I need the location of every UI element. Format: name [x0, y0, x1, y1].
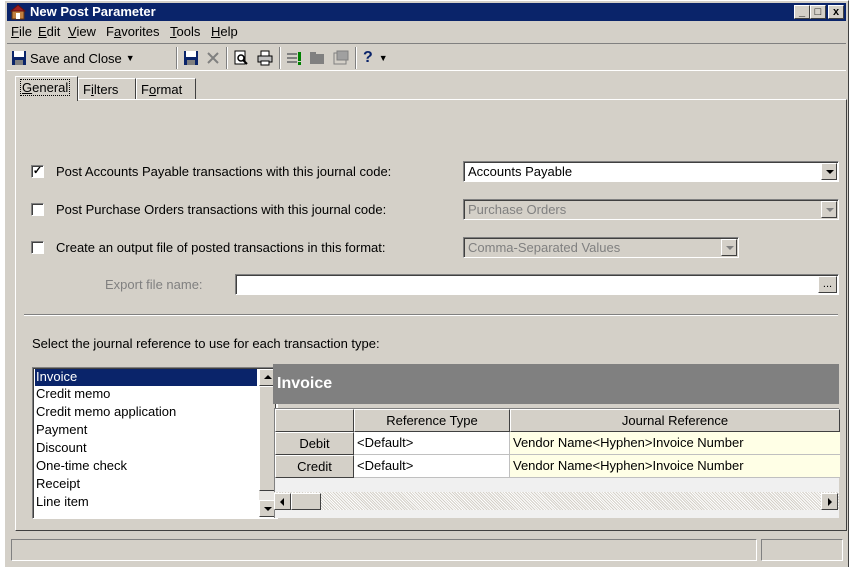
detail-header: Invoice — [273, 364, 839, 404]
arrow-up-icon — [264, 375, 272, 379]
chevron-down-icon[interactable]: ▼ — [379, 53, 388, 63]
view-button[interactable] — [333, 48, 349, 68]
scroll-thumb[interactable] — [291, 493, 321, 510]
scroll-left-button[interactable] — [274, 493, 291, 510]
arrow-right-icon — [828, 498, 832, 506]
floppy-disk-icon — [184, 51, 198, 65]
list-item[interactable]: Invoice — [35, 369, 257, 386]
tab-format[interactable]: Format — [136, 78, 196, 100]
toolbar-separator — [226, 47, 228, 69]
toolbar-separator — [279, 47, 281, 69]
folder-icon — [310, 52, 324, 64]
printer-icon — [257, 50, 273, 66]
properties-button[interactable] — [286, 48, 302, 68]
detail-title: Invoice — [277, 375, 333, 392]
status-bar — [7, 539, 846, 563]
row-header-debit[interactable]: Debit — [275, 432, 354, 455]
print-preview-icon — [234, 50, 248, 65]
ap-journal-code-value: Accounts Payable — [468, 164, 573, 179]
title-bar[interactable]: New Post Parameter _ □ x — [7, 3, 846, 21]
row-header-credit[interactable]: Credit — [275, 455, 354, 478]
folder-button[interactable] — [309, 48, 325, 68]
application-window: New Post Parameter _ □ x File Edit View … — [4, 0, 849, 567]
menu-edit[interactable]: Edit — [38, 24, 60, 39]
export-file-name-label: Export file name: — [105, 277, 203, 292]
window-title: New Post Parameter — [30, 4, 156, 19]
checkmark-icon: ✓ — [32, 165, 43, 177]
column-header-journal-reference[interactable]: Journal Reference — [510, 409, 840, 432]
status-pane-secondary — [761, 539, 843, 561]
delete-button[interactable] — [205, 48, 221, 68]
maximize-button[interactable]: □ — [810, 5, 826, 19]
toolbar-separator — [176, 47, 178, 69]
list-item[interactable]: Line item — [35, 494, 257, 511]
grid-horizontal-scrollbar[interactable] — [274, 492, 839, 510]
debit-reference-type-cell[interactable]: <Default> — [354, 432, 510, 455]
post-po-checkbox[interactable] — [31, 203, 44, 216]
post-po-label: Post Purchase Orders transactions with t… — [56, 202, 387, 217]
scroll-right-button[interactable] — [821, 493, 838, 510]
transaction-type-list[interactable]: Invoice Credit memo Credit memo applicat… — [32, 367, 278, 519]
output-format-value: Comma-Separated Values — [468, 240, 621, 255]
output-format-select[interactable]: Comma-Separated Values — [463, 237, 739, 258]
menu-favorites[interactable]: Favorites — [106, 24, 159, 39]
credit-reference-type-cell[interactable]: <Default> — [354, 455, 510, 478]
post-ap-label: Post Accounts Payable transactions with … — [56, 164, 392, 179]
list-item[interactable]: One-time check — [35, 458, 257, 475]
arrow-down-icon — [264, 507, 272, 511]
tab-filters[interactable]: Filters — [78, 78, 136, 100]
po-journal-code-value: Purchase Orders — [468, 202, 567, 217]
post-ap-checkbox[interactable]: ✓ — [31, 165, 44, 178]
list-item[interactable]: Discount — [35, 440, 257, 457]
menu-bar: File Edit View Favorites Tools Help — [7, 22, 846, 42]
window-view-icon — [333, 50, 349, 65]
toolbar-separator — [355, 47, 357, 69]
credit-journal-reference-cell[interactable]: Vendor Name<Hyphen>Invoice Number — [510, 455, 840, 478]
app-icon — [10, 4, 26, 20]
divider — [24, 314, 838, 316]
output-file-label: Create an output file of posted transact… — [56, 240, 386, 255]
floppy-disk-icon — [12, 51, 26, 65]
print-preview-button[interactable] — [233, 48, 249, 68]
menu-file[interactable]: File — [11, 24, 32, 39]
grid-corner — [275, 409, 354, 432]
chevron-down-icon[interactable]: ▼ — [126, 53, 135, 63]
chevron-down-icon[interactable] — [821, 201, 837, 218]
print-button[interactable] — [257, 48, 273, 68]
save-and-close-button[interactable]: Save and Close ▼ — [11, 48, 135, 68]
output-file-checkbox[interactable] — [31, 241, 44, 254]
toolbar: Save and Close ▼ ? ▼ — [7, 43, 846, 71]
arrow-left-icon — [280, 498, 284, 506]
properties-icon — [287, 52, 301, 65]
chevron-down-icon[interactable] — [821, 163, 837, 180]
menu-tools[interactable]: Tools — [170, 24, 200, 39]
debit-journal-reference-cell[interactable]: Vendor Name<Hyphen>Invoice Number — [510, 432, 840, 455]
tab-general[interactable]: General — [15, 76, 78, 101]
menu-help[interactable]: Help — [211, 24, 238, 39]
ap-journal-code-select[interactable]: Accounts Payable — [463, 161, 839, 182]
po-journal-code-select[interactable]: Purchase Orders — [463, 199, 839, 220]
delete-x-icon — [207, 52, 219, 64]
help-icon: ? — [363, 49, 373, 66]
minimize-button[interactable]: _ — [794, 5, 810, 19]
close-button[interactable]: x — [828, 5, 844, 19]
export-file-name-field[interactable]: ... — [235, 274, 839, 295]
list-item[interactable]: Credit memo application — [35, 404, 257, 421]
help-button[interactable]: ? ▼ — [363, 48, 388, 68]
general-panel: ✓ Post Accounts Payable transactions wit… — [15, 99, 847, 531]
save-button[interactable] — [183, 48, 199, 68]
list-item[interactable]: Credit memo — [35, 386, 257, 403]
column-header-reference-type[interactable]: Reference Type — [354, 409, 510, 432]
save-and-close-label: Save and Close — [30, 50, 122, 66]
chevron-down-icon[interactable] — [721, 239, 737, 256]
menu-view[interactable]: View — [68, 24, 96, 39]
list-item[interactable]: Receipt — [35, 476, 257, 493]
browse-button[interactable]: ... — [818, 276, 837, 293]
status-pane-main — [11, 539, 757, 561]
list-item[interactable]: Payment — [35, 422, 257, 439]
select-reference-label: Select the journal reference to use for … — [32, 336, 380, 351]
